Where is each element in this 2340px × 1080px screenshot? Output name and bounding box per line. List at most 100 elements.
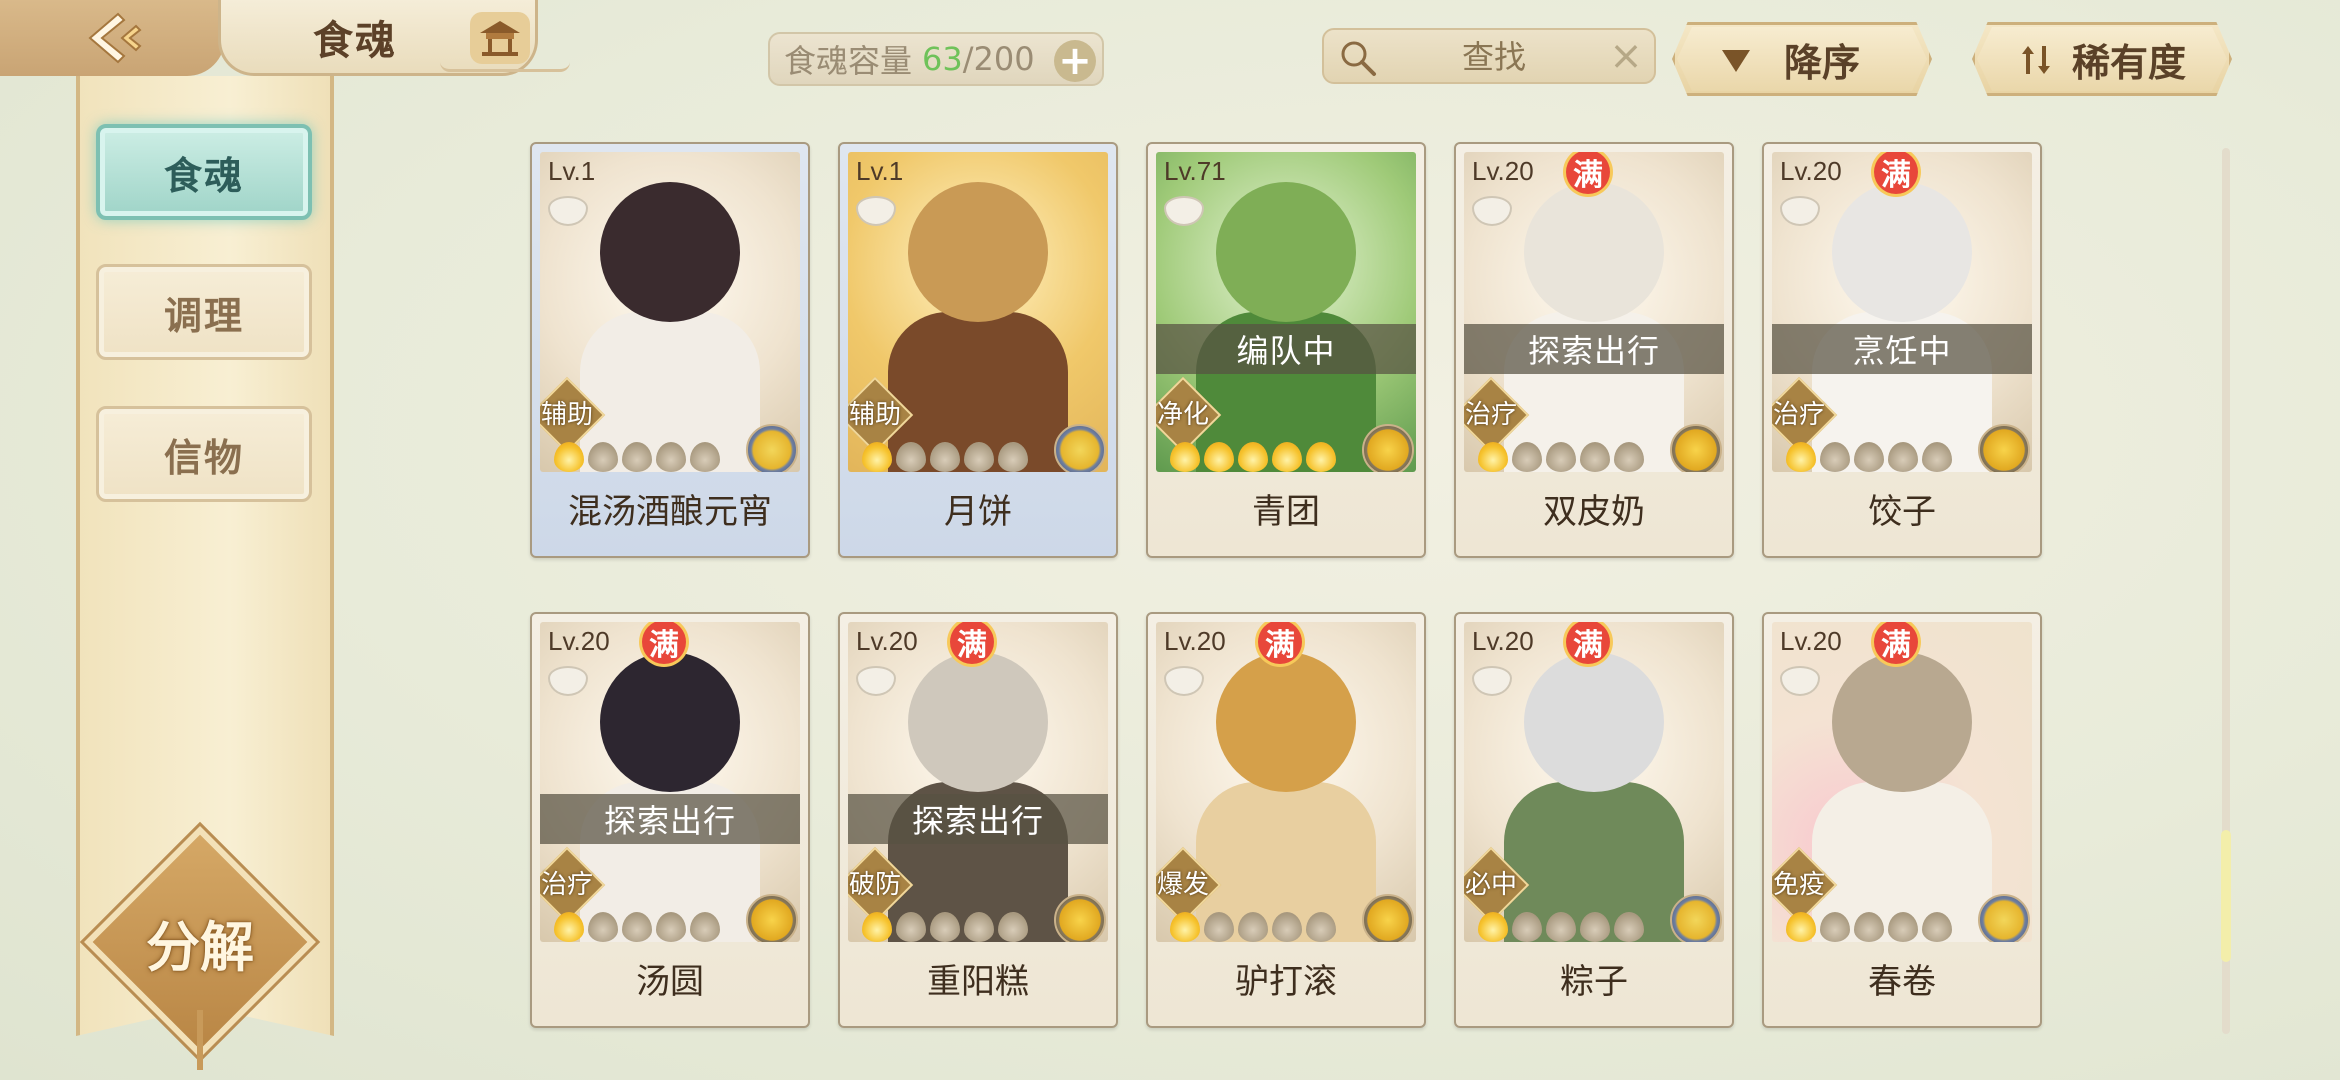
character-head xyxy=(1832,182,1972,322)
character-head xyxy=(600,652,740,792)
flame-star-icon xyxy=(896,912,926,942)
sort-rarity-label: 稀有度 xyxy=(2072,40,2187,85)
contract-icon xyxy=(1164,196,1204,226)
flame-star-icon xyxy=(930,442,960,472)
character-portrait: Lv.1 辅助 xyxy=(848,152,1108,472)
flame-star-icon xyxy=(1238,442,1268,472)
food-soul-name: 双皮奶 xyxy=(1543,491,1645,532)
back-button[interactable] xyxy=(0,0,225,76)
rarity-flower-icon xyxy=(1670,894,1722,942)
food-soul-card[interactable]: Lv.20 满必中粽子 xyxy=(1454,612,1734,1028)
character-head xyxy=(1216,652,1356,792)
star-flames xyxy=(554,442,720,472)
flame-star-icon xyxy=(1512,912,1542,942)
contract-icon xyxy=(1472,196,1512,226)
character-portrait: Lv.20 满探索出行 治疗 xyxy=(540,622,800,942)
food-soul-card[interactable]: Lv.1 辅助混汤酒酿元宵 xyxy=(530,142,810,558)
role-label: 破防 xyxy=(848,870,901,900)
character-head xyxy=(1524,652,1664,792)
food-soul-card[interactable]: Lv.20 满探索出行 破防 重阳糕 xyxy=(838,612,1118,1028)
rarity-flower-icon xyxy=(1362,894,1414,942)
level-label: Lv.20 xyxy=(1164,626,1226,656)
character-portrait: Lv.71 编队中 净化 xyxy=(1156,152,1416,472)
sort-order-button[interactable]: 降序 xyxy=(1672,22,1932,96)
food-soul-card[interactable]: Lv.20 满免疫 春卷 xyxy=(1762,612,2042,1028)
add-capacity-button[interactable]: + xyxy=(1054,38,1096,84)
flame-star-icon xyxy=(1272,912,1302,942)
flame-star-icon xyxy=(896,442,926,472)
search-icon xyxy=(1341,41,1376,76)
contract-icon xyxy=(1472,666,1512,696)
level-label: Lv.71 xyxy=(1164,156,1226,186)
search-box[interactable]: × xyxy=(1322,28,1656,84)
sidebar-tab-food-soul[interactable]: 食魂 xyxy=(96,124,312,220)
star-flames xyxy=(554,912,720,942)
flame-star-icon xyxy=(1580,442,1610,472)
food-soul-card[interactable]: Lv.20 满爆发 驴打滚 xyxy=(1146,612,1426,1028)
contract-icon xyxy=(1164,666,1204,696)
sidebar-tab-label: 食魂 xyxy=(163,153,244,198)
level-label: Lv.1 xyxy=(548,156,596,186)
role-label: 治疗 xyxy=(1464,400,1517,430)
food-soul-name: 春卷 xyxy=(1868,961,1936,1002)
sidebar-tab-keepsake[interactable]: 信物 xyxy=(96,406,312,502)
level-label: Lv.20 xyxy=(1472,626,1534,656)
max-level-badge: 满 xyxy=(642,622,686,664)
star-flames xyxy=(1478,442,1644,472)
food-soul-card[interactable]: Lv.20 满探索出行 治疗 汤圆 xyxy=(530,612,810,1028)
star-flames xyxy=(1478,912,1644,942)
character-portrait: Lv.20 满必中 xyxy=(1464,622,1724,942)
sidebar-tab-label: 调理 xyxy=(163,293,244,338)
clear-search-icon[interactable]: × xyxy=(1606,36,1646,76)
scrollbar-thumb[interactable] xyxy=(2221,830,2231,962)
flame-star-icon xyxy=(588,442,618,472)
rarity-flower-icon xyxy=(746,424,798,472)
search-input[interactable] xyxy=(1384,34,1604,80)
flame-star-icon xyxy=(690,912,720,942)
pavilion-icon[interactable] xyxy=(470,12,530,64)
food-soul-name: 混汤酒酿元宵 xyxy=(568,491,772,532)
sort-rarity-button[interactable]: 稀有度 xyxy=(1972,22,2232,96)
max-level-badge: 满 xyxy=(1258,622,1302,664)
food-soul-card[interactable]: Lv.71 编队中 净化 青团 xyxy=(1146,142,1426,558)
flame-star-icon xyxy=(964,912,994,942)
food-soul-name: 月饼 xyxy=(944,491,1012,532)
max-level-badge: 满 xyxy=(1874,152,1918,194)
sidebar-tab-cultivate[interactable]: 调理 xyxy=(96,264,312,360)
character-portrait: Lv.1 辅助 xyxy=(540,152,800,472)
flame-star-icon xyxy=(998,912,1028,942)
role-label: 爆发 xyxy=(1156,870,1209,900)
status-banner: 烹饪中 xyxy=(1772,324,2032,374)
flame-star-icon xyxy=(656,442,686,472)
contract-icon xyxy=(548,666,588,696)
flame-star-icon xyxy=(1306,442,1336,472)
flame-star-icon xyxy=(1478,442,1508,472)
flame-star-icon xyxy=(1922,442,1952,472)
level-label: Lv.20 xyxy=(1780,156,1842,186)
food-soul-card[interactable]: Lv.20 满探索出行 治疗 双皮奶 xyxy=(1454,142,1734,558)
status-banner: 探索出行 xyxy=(848,794,1108,844)
flame-star-icon xyxy=(1170,442,1200,472)
food-soul-name: 粽子 xyxy=(1560,961,1628,1002)
flame-star-icon xyxy=(1306,912,1336,942)
contract-icon xyxy=(856,196,896,226)
flame-star-icon xyxy=(588,912,618,942)
flame-star-icon xyxy=(656,912,686,942)
flame-star-icon xyxy=(1820,912,1850,942)
food-soul-name: 汤圆 xyxy=(636,961,704,1002)
back-arrow-icon xyxy=(87,12,141,64)
flame-star-icon xyxy=(862,912,892,942)
flame-star-icon xyxy=(1614,912,1644,942)
triangle-down-icon xyxy=(1722,50,1750,72)
food-soul-card[interactable]: Lv.20 满烹饪中 治疗 饺子 xyxy=(1762,142,2042,558)
sort-order-label: 降序 xyxy=(1784,40,1861,85)
role-label: 辅助 xyxy=(540,400,593,430)
contract-icon xyxy=(1780,196,1820,226)
status-banner: 探索出行 xyxy=(540,794,800,844)
food-soul-card[interactable]: Lv.1 辅助月饼 xyxy=(838,142,1118,558)
flame-star-icon xyxy=(930,912,960,942)
flame-star-icon xyxy=(554,912,584,942)
contract-icon xyxy=(1780,666,1820,696)
character-head xyxy=(600,182,740,322)
max-level-badge: 满 xyxy=(1566,152,1610,194)
